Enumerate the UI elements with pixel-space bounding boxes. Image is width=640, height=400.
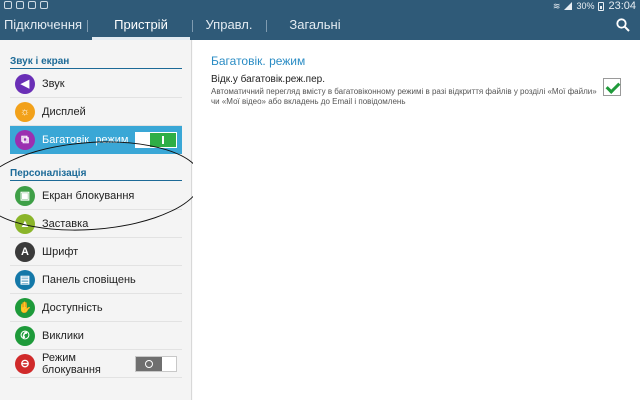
- notification-icon: [28, 1, 36, 9]
- sidebar-item-label: Багатовік. режим: [42, 134, 129, 146]
- tab-separator: [192, 20, 193, 32]
- battery-percent: 30%: [576, 1, 595, 11]
- sidebar-item-multi-window[interactable]: ⧉ Багатовік. режим: [10, 126, 182, 154]
- notification-icon: [40, 1, 48, 9]
- clock: 23:04: [608, 0, 636, 12]
- sidebar-item-label: Заставка: [42, 217, 89, 230]
- sidebar-item-label: Режим блокування: [42, 351, 101, 376]
- section-personalization: Персоналізація: [10, 168, 182, 181]
- notification-icon: [4, 1, 12, 9]
- signal-icon: [564, 2, 573, 10]
- wallpaper-icon: ▲: [15, 213, 35, 234]
- tab-bar: Підключення Пристрій Управл. Загальні: [0, 12, 640, 40]
- sidebar-item-sound[interactable]: ◀ Звук: [10, 70, 182, 98]
- status-bar: ≋ 30% 23:04: [0, 0, 640, 12]
- switch-knob: [150, 133, 176, 147]
- tab-connections[interactable]: Підключення: [0, 12, 86, 40]
- detail-panel: Багатовік. режим Відк.у багатовік.реж.пе…: [193, 40, 640, 400]
- lockscreen-icon: ▣: [15, 185, 35, 206]
- blocking-mode-icon: ⊖: [15, 353, 35, 374]
- auto-open-checkbox[interactable]: [603, 78, 621, 96]
- tab-separator: [266, 20, 267, 32]
- page-title: Багатовік. режим: [211, 54, 306, 68]
- switch-knob: [136, 356, 162, 371]
- sidebar-item-display[interactable]: ☼ Дисплей: [10, 98, 182, 126]
- font-icon: A: [15, 241, 35, 262]
- sidebar-item-label: Доступність: [42, 301, 103, 314]
- tab-controls[interactable]: Управл.: [196, 12, 262, 40]
- sidebar-item-calls[interactable]: ✆ Виклики: [10, 322, 182, 350]
- sidebar-item-label: Шрифт: [42, 245, 79, 258]
- wifi-icon: ≋: [552, 0, 561, 11]
- sidebar-item-accessibility[interactable]: ✋ Доступність: [10, 294, 182, 322]
- sidebar-item-label: Звук: [42, 77, 65, 90]
- sidebar-item-font[interactable]: A Шрифт: [10, 238, 182, 266]
- speaker-icon: ◀: [15, 73, 35, 94]
- notification-panel-icon: ▤: [15, 269, 35, 290]
- sidebar-item-lock-screen[interactable]: ▣ Екран блокування: [10, 182, 182, 210]
- status-indicators: ≋ 30% 23:04: [553, 0, 636, 12]
- sun-icon: ☼: [15, 101, 35, 122]
- sidebar-item-label: Дисплей: [42, 105, 86, 118]
- hand-icon: ✋: [15, 297, 35, 318]
- sidebar-item-notification-panel[interactable]: ▤ Панель сповіщень: [10, 266, 182, 294]
- sidebar-item-wallpaper[interactable]: ▲ Заставка: [10, 210, 182, 238]
- sidebar-item-blocking-mode[interactable]: ⊖ Режим блокування: [10, 350, 182, 378]
- phone-icon: ✆: [15, 325, 35, 346]
- multi-window-icon: ⧉: [15, 130, 35, 150]
- settings-sidebar: Звук і екран ◀ Звук ☼ Дисплей ⧉ Багатові…: [0, 40, 205, 400]
- multi-window-switch[interactable]: [135, 132, 177, 148]
- notification-icons: [4, 1, 48, 9]
- option-title[interactable]: Відк.у багатовік.реж.пер.: [211, 74, 325, 85]
- notification-icon: [16, 1, 24, 9]
- sidebar-item-label: Панель сповіщень: [42, 273, 136, 286]
- search-icon[interactable]: [616, 18, 630, 32]
- blocking-mode-switch[interactable]: [135, 355, 177, 372]
- tab-device[interactable]: Пристрій: [92, 12, 190, 40]
- sidebar-item-label: Екран блокування: [42, 189, 135, 202]
- tab-general[interactable]: Загальні: [272, 12, 358, 40]
- battery-icon: [598, 1, 605, 11]
- option-description: Автоматичний перегляд вмісту в багатовік…: [211, 87, 597, 106]
- tab-separator: [87, 20, 88, 32]
- section-sound-screen: Звук і екран: [10, 56, 182, 69]
- sidebar-item-label: Виклики: [42, 329, 84, 342]
